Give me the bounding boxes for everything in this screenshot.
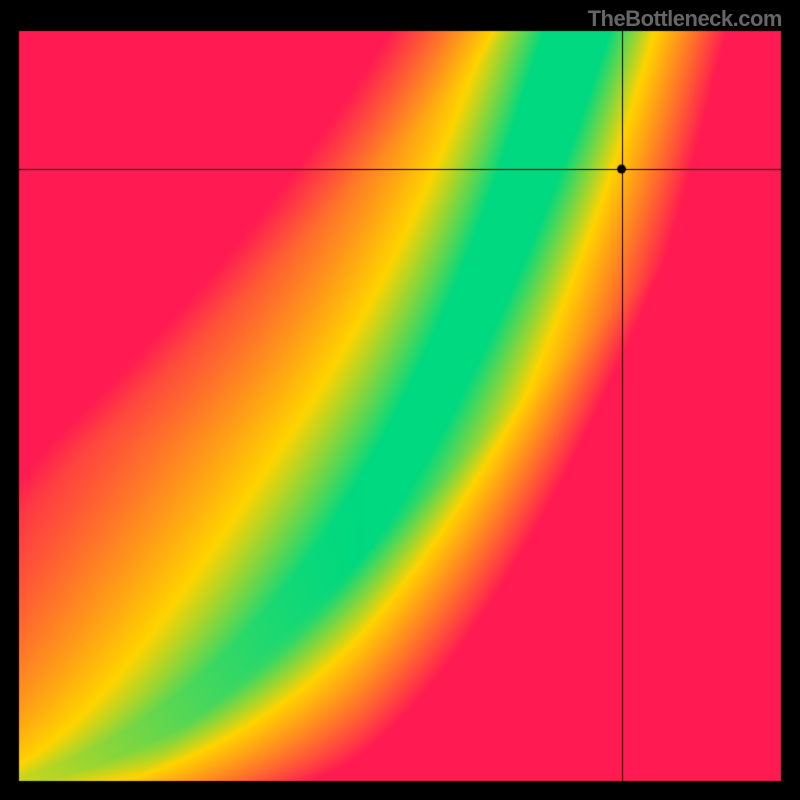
heatmap-canvas	[0, 0, 800, 800]
watermark-text: TheBottleneck.com	[588, 6, 782, 32]
